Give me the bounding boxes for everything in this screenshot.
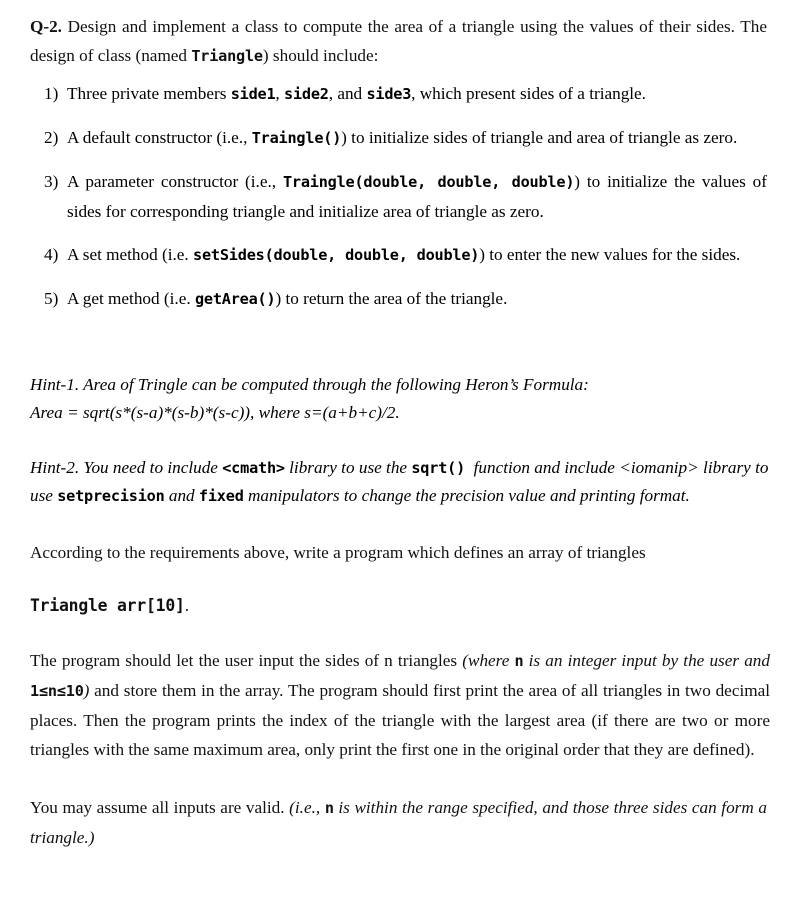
list-marker: 4): [44, 245, 59, 264]
requirement-item-3: 3) A parameter constructor (i.e., Traingl…: [30, 167, 782, 226]
requirement-text-1b: ,: [275, 84, 284, 103]
program-italic-b: is an integer input by the user and: [523, 651, 770, 670]
question-label: Q-2.: [30, 17, 62, 36]
document-page: Q-2. Design and implement a class to com…: [0, 0, 797, 910]
inline-code-triangle: Triangle: [191, 47, 263, 65]
list-marker: 1): [44, 84, 59, 103]
inline-code-n-assume: n: [324, 799, 334, 817]
inline-code-default-constructor: Traingle(): [251, 129, 342, 147]
requirement-text-4a: A set method (i.e.: [67, 245, 194, 264]
requirement-item-1: 1) Three private members side1, side2, an…: [30, 79, 782, 109]
inline-code-sqrt: sqrt(): [411, 459, 466, 477]
requirement-text-1c: , and: [328, 84, 367, 103]
hint-1-line-2: Area = sqrt(s*(s-a)*(s-b)*(s-c)), where …: [30, 403, 400, 422]
array-declaration: Triangle arr[10].: [30, 591, 782, 620]
requirement-text-2b: ) to initialize sides of triangle and ar…: [341, 128, 738, 147]
inline-code-side1: side1: [230, 85, 276, 103]
inline-code-getarea: getArea(): [194, 290, 276, 308]
requirement-text-1d: , which present sides of a triangle.: [411, 84, 646, 103]
program-italic-a: (where: [462, 651, 515, 670]
inline-code-setsides: setSides(double, double, double): [193, 246, 480, 264]
array-decl-period: .: [184, 596, 189, 615]
inline-code-n-range: 1≤n≤10: [30, 682, 84, 700]
question-intro-text-2: ) should include:: [262, 46, 379, 65]
hint-2-text-b: library to use the: [284, 458, 412, 477]
inline-code-cmath: <cmath>: [222, 459, 285, 477]
list-marker: 2): [44, 128, 59, 147]
requirements-list: 1) Three private members side1, side2, an…: [30, 79, 782, 314]
question-intro: Q-2. Design and implement a class to com…: [30, 12, 782, 71]
program-text-b: and store them in the array. The program…: [30, 681, 770, 759]
requirement-text-5a: A get method (i.e.: [67, 289, 195, 308]
inline-code-param-constructor: Traingle(double, double, double): [282, 173, 575, 191]
hint-1-line-1: Hint-1. Area of Tringle can be computed …: [30, 375, 589, 394]
inline-code-array-decl: Triangle arr[10]: [30, 596, 185, 615]
list-marker: 5): [44, 289, 59, 308]
hint-2-text-a: Hint-2. You need to include: [30, 458, 223, 477]
requirement-text-4b: ) to enter the new values for the sides.: [479, 245, 741, 264]
assume-italic-a: (i.e.,: [289, 798, 325, 817]
hint-2-text-e: manipulators to change the precision val…: [243, 486, 690, 505]
requirement-text-2a: A default constructor (i.e.,: [67, 128, 252, 147]
inline-code-fixed: fixed: [198, 487, 244, 505]
paragraph-program-spec: The program should let the user input th…: [30, 646, 782, 764]
list-marker: 3): [44, 172, 59, 191]
program-text-a: The program should let the user input th…: [30, 651, 463, 670]
hint-1: Hint-1. Area of Tringle can be computed …: [30, 371, 782, 427]
inline-code-setprecision: setprecision: [57, 487, 165, 505]
paragraph-according: According to the requirements above, wri…: [30, 543, 646, 562]
requirement-text-3a: A parameter constructor (i.e.,: [67, 172, 283, 191]
requirement-text-1a: Three private members: [67, 84, 231, 103]
hint-2-text-d: and: [164, 486, 199, 505]
requirement-text-5b: ) to return the area of the triangle.: [275, 289, 508, 308]
assume-text-a: You may assume all inputs are valid.: [30, 798, 290, 817]
hint-2: Hint-2. You need to include <cmath> libr…: [30, 454, 782, 510]
inline-code-side3: side3: [366, 85, 412, 103]
requirement-item-5: 5) A get method (i.e. getArea()) to retur…: [30, 284, 782, 314]
inline-code-side2: side2: [284, 85, 329, 103]
paragraph-assumptions: You may assume all inputs are valid. (i.…: [30, 793, 782, 852]
requirement-item-4: 4) A set method (i.e. setSides(double, do…: [30, 240, 782, 270]
requirement-item-2: 2) A default constructor (i.e., Traingle(…: [30, 123, 782, 153]
question-intro-text-1: Design and implement a class to compute …: [30, 17, 767, 65]
